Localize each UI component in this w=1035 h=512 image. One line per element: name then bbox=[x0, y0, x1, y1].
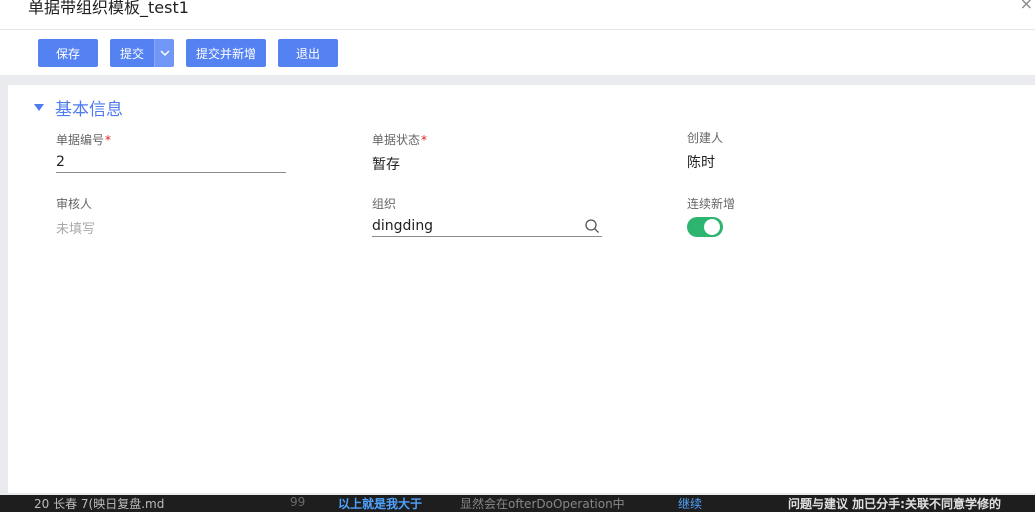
field-label-auditor: 审核人 bbox=[56, 197, 93, 211]
field-org: 组织 dingding bbox=[372, 195, 602, 237]
form-dialog: 单据带组织模板_test1 × 保存 提交 提交并新增 退出 基本信息 单据编号… bbox=[0, 0, 1035, 495]
background-text: 99 bbox=[290, 495, 306, 509]
continuous-add-toggle[interactable] bbox=[687, 217, 723, 237]
exit-button[interactable]: 退出 bbox=[278, 39, 338, 67]
section-header-basic-info[interactable]: 基本信息 bbox=[34, 95, 123, 120]
field-label-org: 组织 bbox=[372, 197, 397, 211]
dialog-titlebar: 单据带组织模板_test1 × bbox=[0, 0, 1035, 30]
required-mark: * bbox=[421, 133, 428, 147]
background-text: 20 长春 7(映日复盘.md bbox=[34, 497, 165, 511]
creator-value: 陈时 bbox=[687, 155, 715, 171]
background-text: 显然会在ofterDoOperation中 bbox=[460, 497, 625, 511]
field-label-bill-no: 单据编号* bbox=[56, 129, 286, 148]
save-button[interactable]: 保存 bbox=[38, 39, 98, 67]
background-text: 问题与建议 加已分手:关联不同意学修的 bbox=[788, 497, 1001, 511]
field-auditor: 审核人 未填写 bbox=[56, 195, 95, 237]
label-text: 单据状态 bbox=[372, 133, 421, 147]
section-title: 基本信息 bbox=[55, 100, 123, 120]
chevron-down-icon bbox=[159, 49, 170, 56]
org-input[interactable]: dingding bbox=[372, 215, 602, 237]
label-text: 单据编号 bbox=[56, 133, 105, 147]
field-bill-status: 单据状态* 暂存 bbox=[372, 129, 427, 174]
bill-status-value: 暂存 bbox=[372, 157, 400, 173]
close-icon[interactable]: × bbox=[1020, 0, 1033, 13]
field-continuous-add: 连续新增 bbox=[687, 195, 735, 237]
field-bill-no: 单据编号* 2 bbox=[56, 129, 286, 173]
background-text: 以上就是我大于 bbox=[338, 497, 423, 511]
background-editor-strip: 20 长春 7(映日复盘.md 99 以上就是我大于 显然会在ofterDoOp… bbox=[0, 492, 1035, 512]
toggle-knob bbox=[704, 219, 720, 235]
search-icon[interactable] bbox=[584, 218, 600, 234]
caret-down-icon bbox=[34, 104, 44, 111]
toolbar: 保存 提交 提交并新增 退出 bbox=[0, 30, 1035, 75]
field-creator: 创建人 陈时 bbox=[687, 129, 723, 172]
field-label-continuous-add: 连续新增 bbox=[687, 197, 736, 211]
field-label-creator: 创建人 bbox=[687, 131, 724, 145]
org-value: dingding bbox=[372, 217, 434, 234]
bill-no-input[interactable]: 2 bbox=[56, 151, 286, 173]
required-mark: * bbox=[105, 133, 112, 147]
submit-and-new-button[interactable]: 提交并新增 bbox=[186, 39, 266, 67]
bill-no-value: 2 bbox=[56, 153, 65, 170]
form-content: 基本信息 单据编号* 2 单据状态* 暂存 创建人 陈时 审核人 未填写 组织 … bbox=[8, 85, 1035, 493]
field-label-bill-status: 单据状态* bbox=[372, 129, 427, 148]
submit-dropdown-button[interactable] bbox=[154, 39, 174, 67]
submit-button[interactable]: 提交 bbox=[110, 39, 154, 67]
background-text: 继续 bbox=[678, 497, 703, 511]
auditor-value: 未填写 bbox=[56, 222, 96, 237]
dialog-title: 单据带组织模板_test1 bbox=[28, 0, 189, 17]
